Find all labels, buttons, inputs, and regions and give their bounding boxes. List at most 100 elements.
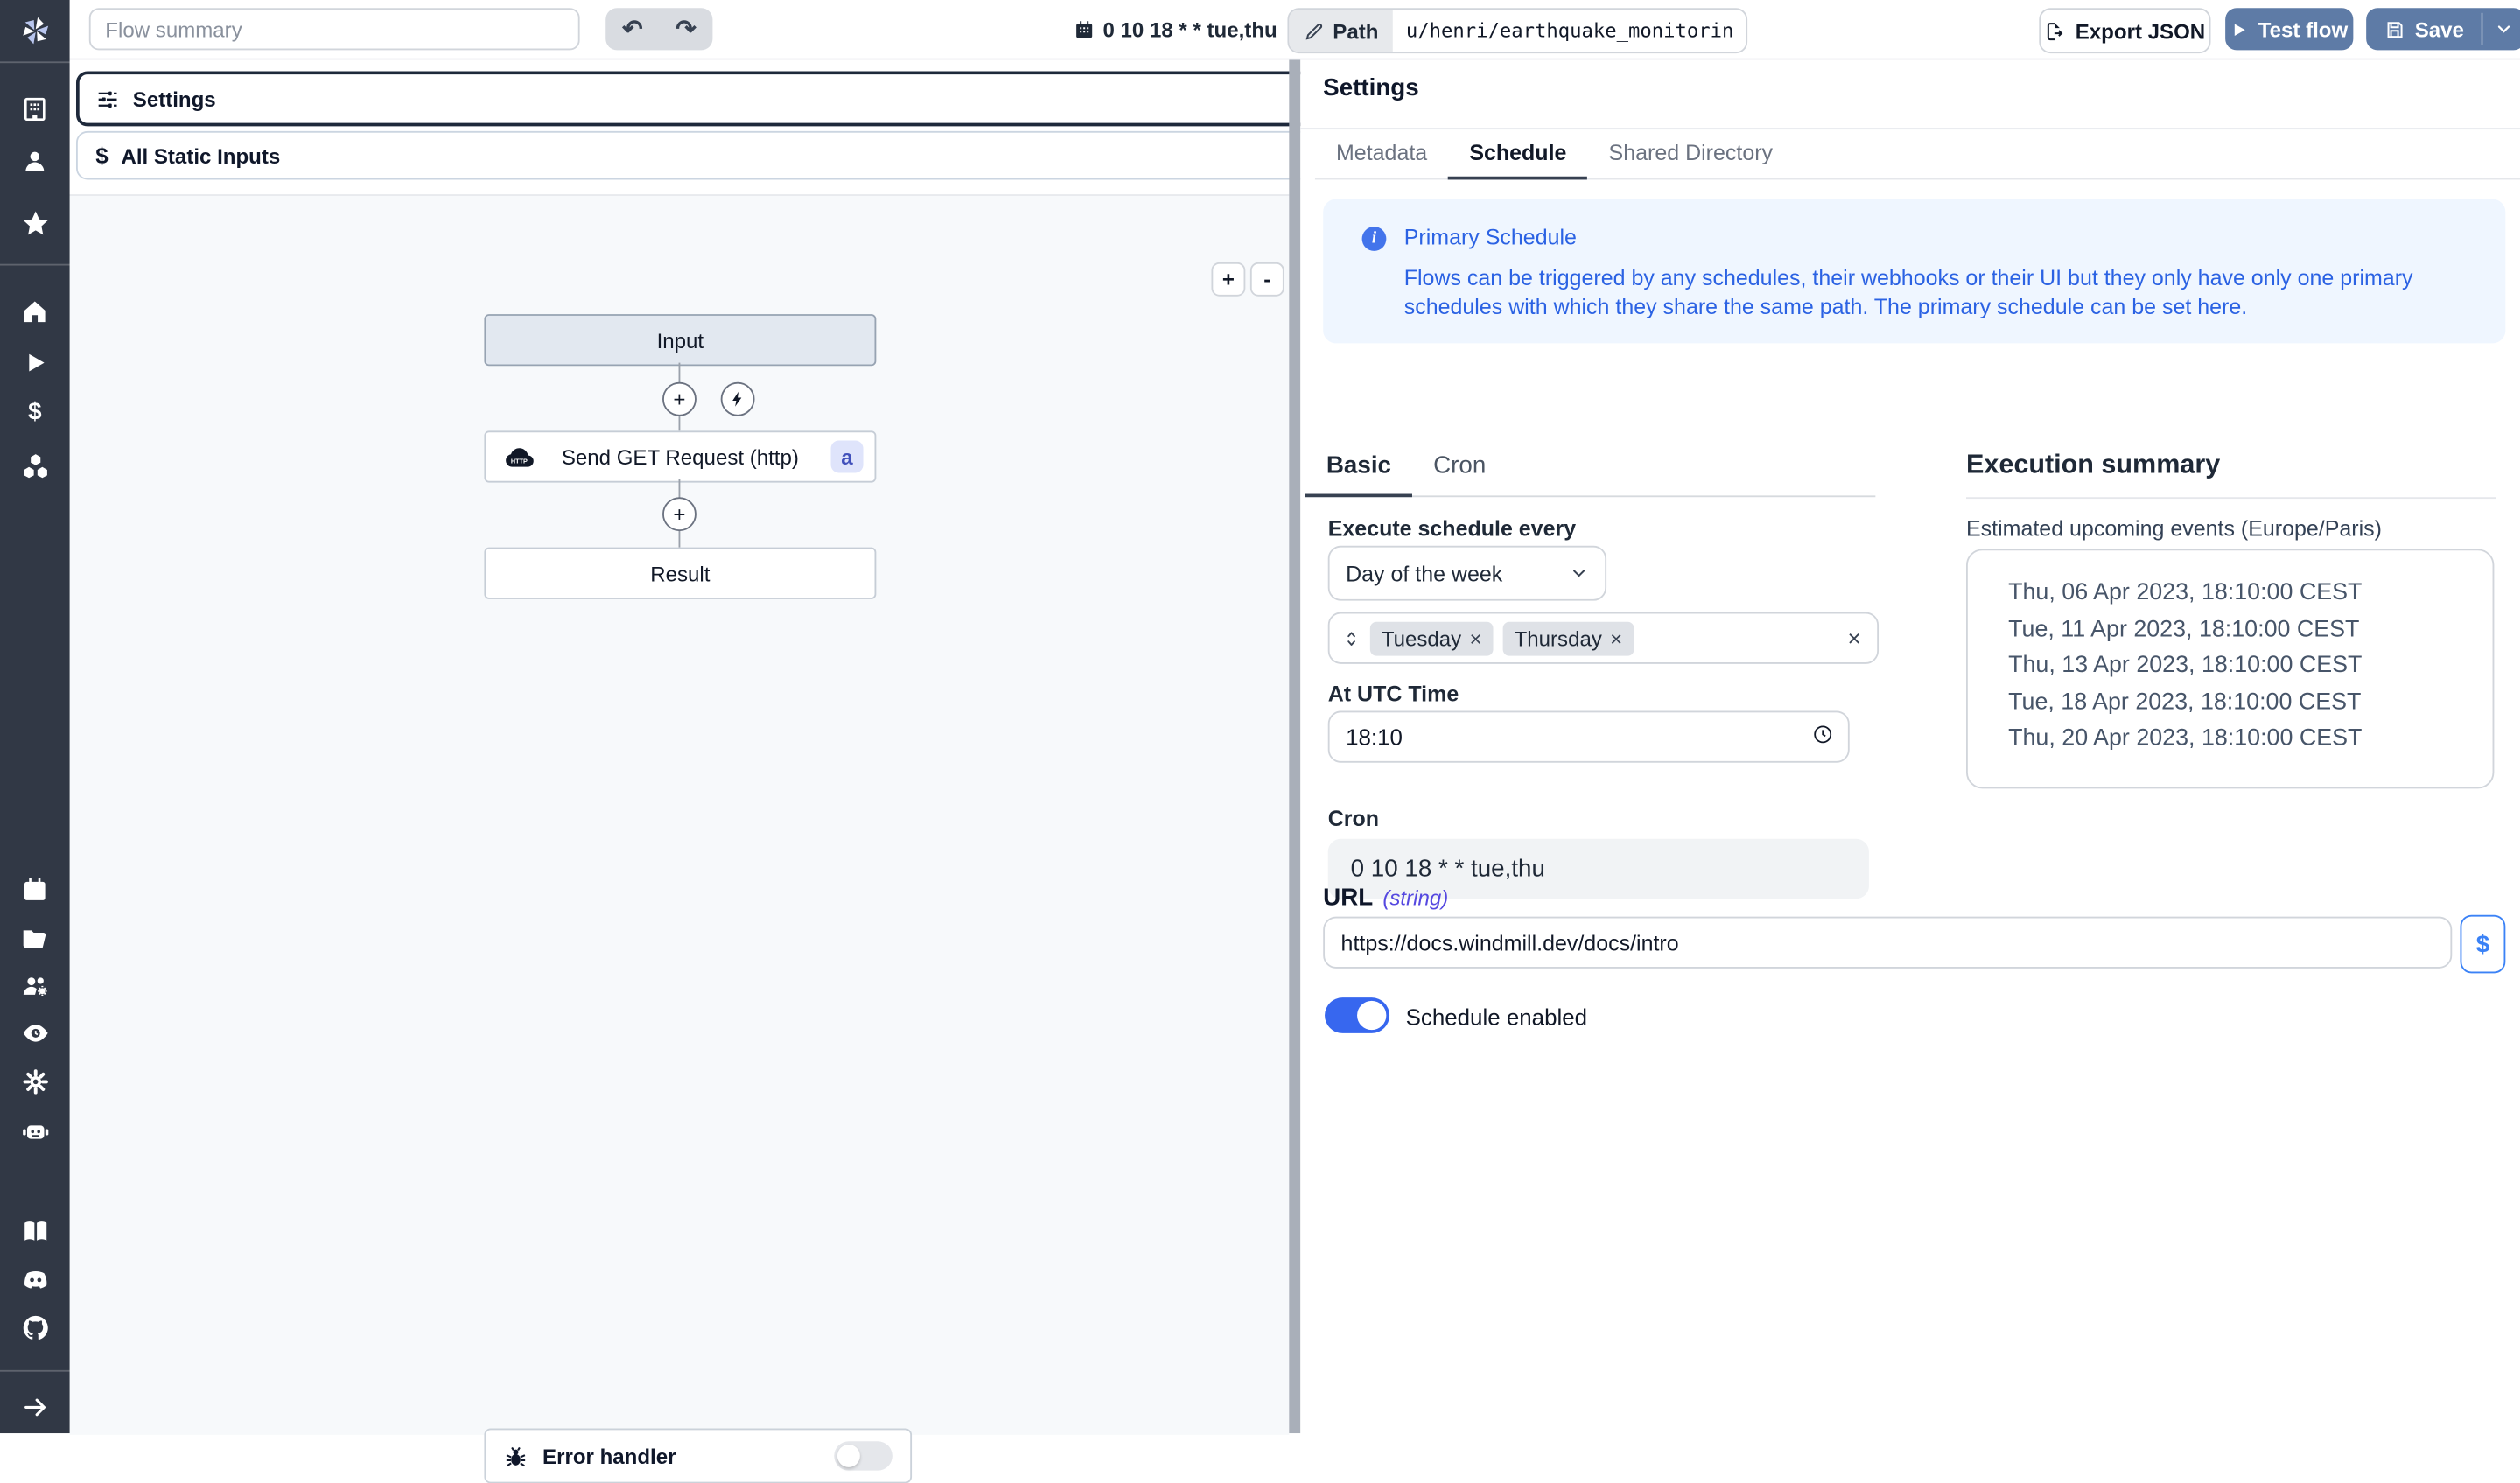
sidebar-item-docs[interactable] (0, 1216, 70, 1245)
file-export-icon (2045, 20, 2066, 41)
sidebar-item-runs[interactable] (0, 350, 70, 376)
frequency-select[interactable]: Day of the week (1328, 546, 1606, 601)
topbar: ↶ ↷ 0 10 18 * * tue,thu Path u/henri/ear… (70, 0, 2520, 59)
play-icon (2230, 20, 2248, 38)
tab-basic[interactable]: Basic (1306, 451, 1412, 497)
eye-icon (20, 1018, 49, 1047)
settings-panel-title: Settings (1323, 74, 1419, 101)
error-handler-label: Error handler (542, 1444, 820, 1468)
day-tag: Thursday × (1503, 621, 1634, 655)
test-flow-button[interactable]: Test flow (2225, 8, 2353, 50)
zoom-out-button[interactable]: - (1250, 262, 1284, 297)
upcoming-event: Tue, 11 Apr 2023, 18:10:00 CEST (2008, 612, 2492, 648)
sidebar-item-audit-logs[interactable] (0, 1018, 70, 1047)
calendar-icon (21, 876, 48, 903)
sidebar-item-variables[interactable]: $ (0, 400, 70, 426)
gear-icon (20, 1067, 49, 1096)
sidebar-item-workspace[interactable] (0, 95, 70, 122)
flow-node-step[interactable]: HTTP Send GET Request (http) a (484, 430, 876, 482)
sidebar-item-home[interactable] (0, 298, 70, 325)
play-icon (22, 350, 48, 376)
error-handler-box[interactable]: Error handler (484, 1428, 912, 1483)
svg-text:HTTP: HTTP (511, 458, 528, 465)
step-id-badge: a (831, 440, 864, 472)
flow-node-input[interactable]: Input (484, 314, 876, 366)
upcoming-event: Thu, 20 Apr 2023, 18:10:00 CEST (2008, 721, 2492, 758)
zoom-in-button[interactable]: + (1211, 262, 1245, 297)
flow-node-step-label: Send GET Request (http) (562, 444, 799, 469)
add-step-button[interactable]: + (662, 382, 696, 416)
all-static-inputs-bar[interactable]: $ All Static Inputs (76, 131, 1313, 180)
sidebar-item-schedules[interactable] (0, 876, 70, 903)
sidebar-item-user[interactable] (0, 147, 70, 174)
save-label: Save (2415, 17, 2464, 41)
flow-settings-bar[interactable]: Settings (76, 71, 1310, 126)
flow-summary-input[interactable] (89, 8, 580, 50)
cron-badge-text: 0 10 18 * * tue,thu (1102, 17, 1277, 41)
tab-cron[interactable]: Cron (1412, 451, 1507, 497)
info-title: Primary Schedule (1404, 225, 1577, 249)
sidebar-item-workers[interactable] (0, 1116, 70, 1144)
export-json-label: Export JSON (2076, 18, 2205, 43)
sidebar-item-favorites[interactable] (0, 209, 70, 238)
tab-schedule[interactable]: Schedule (1448, 129, 1587, 179)
path-badge[interactable]: Path u/henri/earthquake_monitorin (1287, 8, 1748, 53)
settings-tabs: Metadata Schedule Shared Directory (1315, 129, 2520, 179)
upcoming-event: Tue, 18 Apr 2023, 18:10:00 CEST (2008, 684, 2492, 721)
sliders-icon (95, 87, 120, 111)
tab-metadata[interactable]: Metadata (1315, 129, 1448, 179)
cron-schedule-badge[interactable]: 0 10 18 * * tue,thu (1074, 0, 1278, 59)
tab-shared-directory[interactable]: Shared Directory (1587, 129, 1794, 179)
remove-day-button[interactable]: × (1610, 626, 1622, 650)
upcoming-event: Thu, 13 Apr 2023, 18:10:00 CEST (2008, 647, 2492, 684)
days-multiselect[interactable]: Tuesday × Thursday × × (1328, 612, 1879, 664)
clear-days-button[interactable]: × (1848, 625, 1865, 651)
divider (1966, 497, 2496, 499)
execution-summary-title: Execution summary (1966, 451, 2220, 481)
sidebar-divider (0, 264, 70, 266)
users-gear-icon (20, 972, 49, 1001)
robot-icon (20, 1116, 49, 1144)
save-icon (2384, 18, 2405, 39)
day-tag: Tuesday × (1370, 621, 1494, 655)
upcoming-event: Thu, 06 Apr 2023, 18:10:00 CEST (2008, 575, 2492, 612)
path-label-segment: Path (1289, 10, 1393, 52)
windmill-flow-editor: $ (0, 0, 2520, 1433)
flow-canvas[interactable]: + - Input + HTTP Send GET Request (http)… (70, 194, 1290, 1435)
sidebar-item-resources[interactable] (0, 451, 70, 480)
panel-splitter[interactable] (1289, 59, 1300, 1433)
sidebar-item-workspace-settings[interactable] (0, 1067, 70, 1096)
flow-node-result[interactable]: Result (484, 548, 876, 599)
export-json-button[interactable]: Export JSON (2039, 8, 2210, 53)
path-label: Path (1333, 18, 1378, 43)
sidebar-item-discord[interactable] (0, 1265, 70, 1294)
utc-time-input[interactable] (1328, 711, 1850, 763)
sidebar-item-groups[interactable] (0, 972, 70, 1001)
remove-day-button[interactable]: × (1469, 626, 1481, 650)
sidebar: $ (0, 0, 70, 1433)
error-handler-toggle[interactable] (834, 1441, 892, 1470)
sidebar-expand-button[interactable] (0, 1393, 70, 1422)
book-icon (20, 1216, 49, 1245)
save-button[interactable]: Save (2366, 8, 2482, 50)
undo-button[interactable]: ↶ (610, 11, 655, 47)
cubes-icon (20, 451, 49, 480)
windmill-logo[interactable] (0, 13, 70, 49)
save-dropdown-button[interactable] (2483, 8, 2520, 50)
test-flow-label: Test flow (2258, 17, 2348, 41)
save-button-group: Save (2366, 8, 2520, 50)
url-input[interactable] (1323, 917, 2452, 969)
pencil-icon (1304, 20, 1325, 41)
redo-button[interactable]: ↷ (663, 11, 709, 47)
path-value[interactable]: u/henri/earthquake_monitorin (1393, 10, 1746, 52)
execution-summary-subtitle: Estimated upcoming events (Europe/Paris) (1966, 516, 2382, 541)
sidebar-item-folders[interactable] (0, 925, 70, 952)
sidebar-divider (0, 61, 70, 63)
add-step-button[interactable]: + (662, 497, 696, 531)
sidebar-item-github[interactable] (0, 1313, 70, 1342)
utc-time-label: At UTC Time (1328, 682, 1459, 706)
url-label-text: URL (1323, 885, 1373, 912)
trigger-bolt-button[interactable] (721, 382, 755, 416)
insert-variable-button[interactable]: $ (2460, 915, 2506, 974)
schedule-enabled-toggle[interactable] (1325, 997, 1390, 1033)
